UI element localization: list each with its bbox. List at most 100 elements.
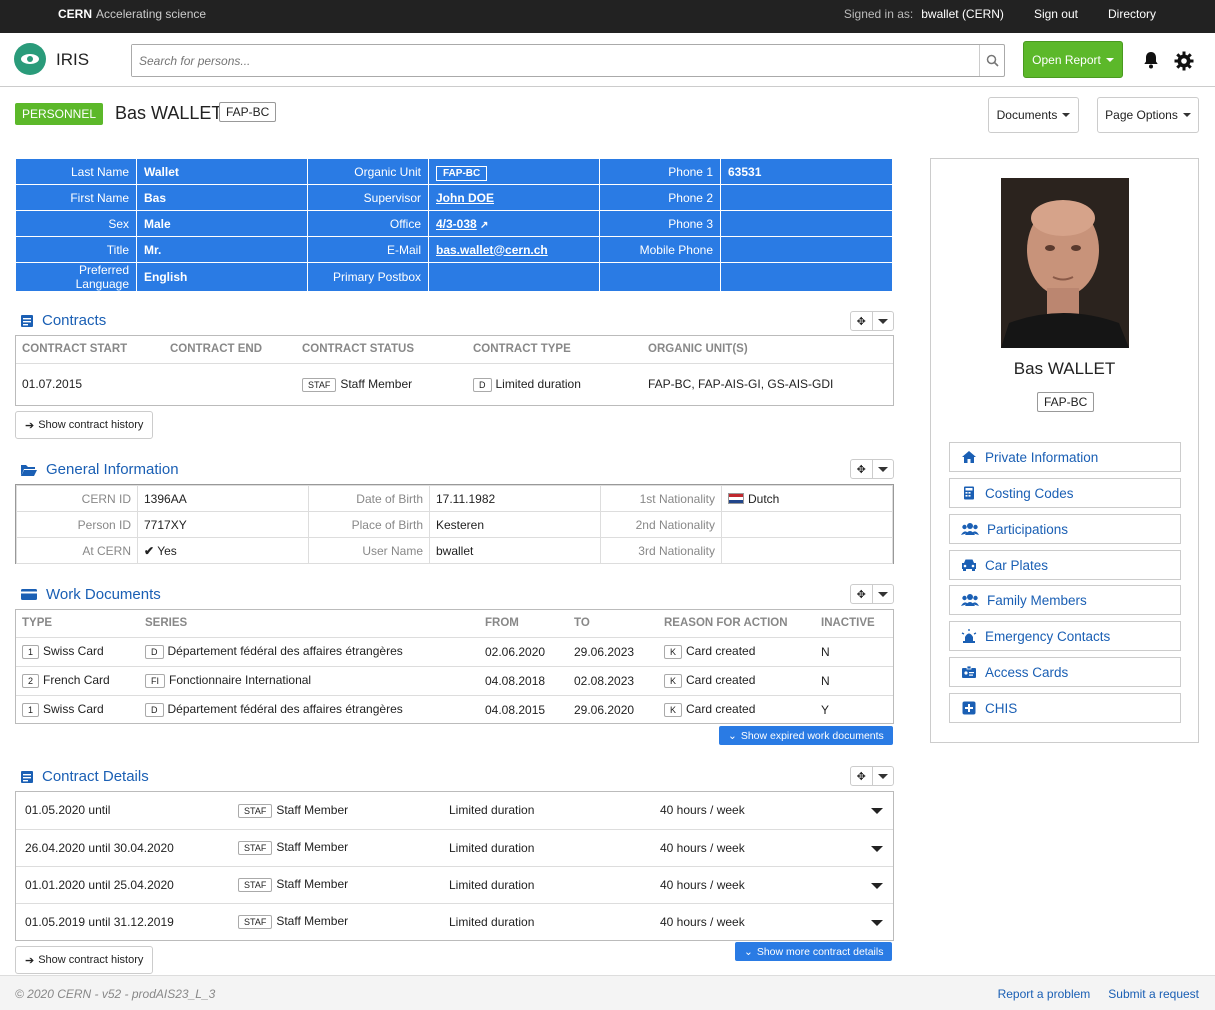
table-row: 1 Swiss Card D Département fédéral des aff…: [16, 695, 893, 724]
email-label: E-Mail: [307, 236, 429, 263]
type-tag: D: [473, 377, 492, 392]
email-link[interactable]: bas.wallet@cern.ch: [436, 243, 548, 257]
contracts-header-type: CONTRACT TYPE: [467, 336, 642, 364]
sidebar-item-participations[interactable]: Participations: [949, 514, 1181, 544]
gear-icon[interactable]: [1174, 51, 1194, 71]
iris-eye-logo-icon[interactable]: [14, 43, 46, 75]
page-title: Bas WALLET: [115, 103, 223, 123]
expand-arrow-icon[interactable]: [871, 808, 883, 815]
signed-in-label: Signed in as:: [843, 7, 914, 21]
organic-unit-tag[interactable]: FAP-BC: [436, 165, 488, 181]
signed-in-info: Signed in as: bwallet (CERN): [844, 7, 1004, 21]
external-link-icon: ↗: [480, 219, 489, 231]
chevron-down-icon[interactable]: [871, 767, 894, 785]
show-expired-work-documents-button[interactable]: ⌄ Show expired work documents: [719, 726, 893, 745]
submit-request-link[interactable]: Submit a request: [1108, 987, 1199, 1001]
table-row: 1 Swiss Card D Département fédéral des aff…: [16, 637, 893, 667]
contract-details-panel: 01.05.2020 until STAF Staff Member Limite…: [15, 791, 894, 941]
chevron-down-icon[interactable]: [871, 585, 894, 603]
page-options-button[interactable]: Page Options: [1097, 97, 1199, 133]
contracts-header-units: ORGANIC UNIT(S): [642, 336, 893, 364]
cern-brand[interactable]: CERN Accelerating science: [58, 7, 206, 21]
sidebar-item-chis[interactable]: CHIS: [949, 693, 1181, 723]
cd-hours: 40 hours / week: [654, 866, 854, 904]
username-value: bwallet: [429, 537, 601, 564]
chevron-down-icon[interactable]: [871, 460, 894, 478]
contract-details-section-controls: ✥: [850, 766, 894, 786]
contracts-header-end: CONTRACT END: [164, 336, 296, 364]
expand-arrow-icon[interactable]: [871, 845, 883, 852]
search-input[interactable]: [132, 45, 977, 76]
show-more-contract-details-button[interactable]: ⌄ Show more contract details: [735, 942, 893, 961]
table-row[interactable]: 01.05.2019 until 31.12.2019 STAF Staff Me…: [16, 903, 893, 940]
show-contract-history-button[interactable]: ➔ Show contract history: [15, 411, 154, 439]
expand-arrow-icon[interactable]: [871, 882, 883, 889]
move-icon[interactable]: ✥: [851, 312, 872, 330]
pob-value: Kesteren: [429, 511, 601, 538]
move-icon[interactable]: ✥: [851, 585, 872, 603]
sidebar-item-emergency-contacts[interactable]: Emergency Contacts: [949, 621, 1181, 651]
table-row[interactable]: 01.01.2020 until 25.04.2020 STAF Staff Me…: [16, 866, 893, 904]
wd-header-inactive: INACTIVE: [815, 610, 893, 638]
directory-link[interactable]: Directory: [1108, 7, 1156, 21]
wd-series-tag: FI: [145, 674, 165, 688]
sidebar-item-label: Private Information: [985, 449, 1099, 465]
wd-type: Swiss Card: [43, 702, 104, 717]
office-link[interactable]: 4/3-038: [436, 217, 477, 231]
primary-postbox-label: Primary Postbox: [307, 262, 429, 292]
plus-square-icon: [962, 701, 976, 715]
work-documents-panel: TYPE SERIES FROM TO REASON FOR ACTION IN…: [15, 609, 894, 724]
expand-arrow-icon[interactable]: [871, 919, 883, 926]
table-row[interactable]: 26.04.2020 until 30.04.2020 STAF Staff Me…: [16, 829, 893, 867]
open-report-label: Open Report: [1032, 52, 1101, 67]
contracts-header-status: CONTRACT STATUS: [296, 336, 467, 364]
cd-duration: Limited duration: [443, 866, 654, 904]
supervisor-link[interactable]: John DOE: [436, 191, 494, 205]
sidebar-item-family-members[interactable]: Family Members: [949, 585, 1181, 615]
app-header: IRIS Open Report: [0, 33, 1215, 87]
unit-tag[interactable]: FAP-BC: [219, 102, 277, 122]
calculator-icon: [964, 486, 974, 500]
sign-out-link[interactable]: Sign out: [1034, 7, 1078, 21]
personnel-badge: PERSONNEL: [15, 103, 104, 125]
first-name-label: First Name: [15, 184, 137, 211]
bell-icon[interactable]: [1142, 51, 1160, 69]
table-row[interactable]: 01.05.2020 until STAF Staff Member Limite…: [16, 792, 893, 830]
cd-duration: Limited duration: [443, 792, 654, 830]
first-name-value: Bas: [136, 184, 308, 211]
contract-details-table: 01.05.2020 until STAF Staff Member Limite…: [16, 792, 893, 940]
wd-reason: Card created: [686, 702, 756, 717]
contract-details-title: Contract Details: [42, 768, 149, 785]
status-tag: STAF: [302, 377, 337, 392]
search-button[interactable]: [979, 45, 1004, 76]
cern-logo-text: CERN: [58, 7, 93, 21]
sex-label: Sex: [15, 210, 137, 237]
sidebar-unit-tag[interactable]: FAP-BC: [1037, 392, 1095, 412]
sidebar-item-car-plates[interactable]: Car Plates: [949, 550, 1181, 580]
work-documents-section-title: Work Documents: [20, 586, 161, 603]
sidebar-item-private-information[interactable]: Private Information: [949, 442, 1181, 472]
sidebar-item-label: Costing Codes: [985, 485, 1074, 501]
sidebar-item-access-cards[interactable]: Access Cards: [949, 657, 1181, 687]
open-report-button[interactable]: Open Report: [1023, 41, 1123, 78]
chevron-down-icon[interactable]: [871, 312, 894, 330]
wd-reason-tag: K: [664, 674, 683, 688]
documents-button[interactable]: Documents: [988, 97, 1079, 133]
chevron-down-icon: [1062, 113, 1071, 117]
wd-to: 29.06.2023: [568, 637, 658, 667]
wd-type-tag: 2: [22, 674, 40, 688]
cd-duration: Limited duration: [443, 829, 654, 867]
chevron-down-icon: [1182, 113, 1191, 117]
contract-details-section-title: Contract Details: [20, 768, 149, 785]
report-problem-link[interactable]: Report a problem: [998, 987, 1091, 1001]
sidebar-item-label: Access Cards: [985, 664, 1069, 680]
page-header: PERSONNEL Bas WALLET FAP-BC Documents Pa…: [0, 87, 1215, 137]
sidebar-item-costing-codes[interactable]: Costing Codes: [949, 478, 1181, 508]
nationality2-label: 2nd Nationality: [600, 511, 722, 538]
credit-card-icon: [21, 589, 37, 600]
move-icon[interactable]: ✥: [851, 460, 872, 478]
app-title[interactable]: IRIS: [56, 50, 89, 70]
show-contract-history-button-2[interactable]: ➔ Show contract history: [15, 946, 154, 974]
work-documents-title: Work Documents: [46, 586, 161, 603]
move-icon[interactable]: ✥: [851, 767, 872, 785]
